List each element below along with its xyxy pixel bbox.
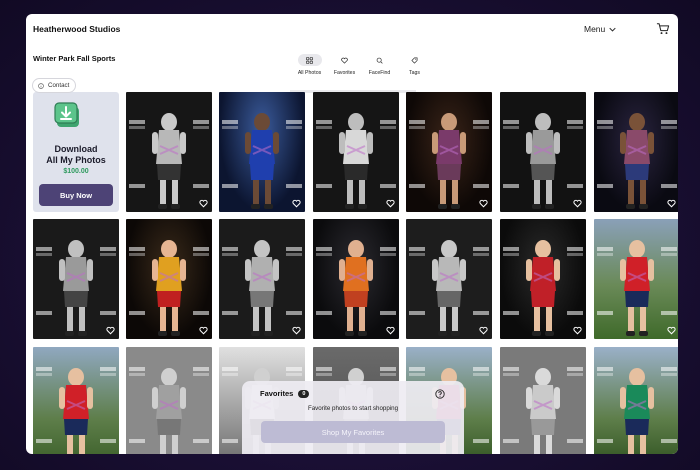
photo-thumbnail[interactable]	[500, 219, 586, 339]
photo-thumbnail[interactable]	[313, 219, 399, 339]
gallery-window: Heatherwood Studios Menu Winter Park Fal…	[26, 14, 678, 454]
favorites-panel: Favorites 0 Favorite photos to start sho…	[242, 381, 464, 454]
cart-icon[interactable]	[656, 22, 670, 35]
download-icon	[54, 102, 79, 127]
heart-icon[interactable]	[573, 326, 582, 335]
player-figure	[59, 368, 93, 454]
player-figure	[432, 240, 466, 336]
photo-thumbnail[interactable]	[594, 92, 678, 212]
heart-icon[interactable]	[106, 326, 115, 335]
buy-now-button[interactable]: Buy Now	[39, 184, 113, 206]
tab-favorites[interactable]: Favorites	[327, 54, 362, 76]
brand-logo[interactable]: Heatherwood Studios	[33, 24, 120, 34]
chevron-down-icon	[609, 27, 616, 32]
tab-tags[interactable]: Tags	[397, 54, 432, 76]
photo-thumbnail[interactable]	[594, 219, 678, 339]
photo-thumbnail[interactable]	[500, 347, 586, 454]
player-figure	[152, 113, 186, 209]
favorites-title: Favorites	[260, 389, 294, 398]
player-figure	[245, 240, 279, 336]
heart-icon[interactable]	[479, 199, 488, 208]
photo-thumbnail[interactable]	[33, 219, 119, 339]
player-figure	[432, 113, 466, 209]
heart-icon[interactable]	[292, 199, 301, 208]
player-figure	[620, 240, 654, 336]
player-figure	[59, 240, 93, 336]
player-figure	[526, 368, 560, 454]
face-scan-icon	[376, 57, 383, 64]
heart-icon[interactable]	[667, 326, 676, 335]
heart-icon[interactable]	[386, 326, 395, 335]
menu-button[interactable]: Menu	[584, 24, 616, 34]
tag-icon	[411, 57, 418, 64]
photo-thumbnail[interactable]	[126, 92, 212, 212]
promo-title-line2: All My Photos	[46, 155, 106, 165]
player-figure	[620, 368, 654, 454]
favorites-message: Favorite photos to start shopping	[307, 405, 399, 412]
player-figure	[152, 240, 186, 336]
heart-icon[interactable]	[199, 199, 208, 208]
photo-thumbnail[interactable]	[594, 347, 678, 454]
photo-thumbnail[interactable]	[219, 219, 305, 339]
menu-label: Menu	[584, 24, 606, 34]
photo-thumbnail[interactable]	[406, 219, 492, 339]
tab-label: All Photos	[297, 70, 322, 76]
contact-button[interactable]: Contact	[32, 78, 77, 93]
player-figure	[245, 113, 279, 209]
promo-title-line1: Download	[54, 144, 98, 154]
heart-icon[interactable]	[479, 326, 488, 335]
player-figure	[526, 240, 560, 336]
player-figure	[526, 113, 560, 209]
tab-label: Tags	[409, 70, 420, 76]
shop-my-favorites-button[interactable]: Shop My Favorites	[261, 421, 445, 443]
info-icon	[38, 82, 44, 89]
download-all-promo: Download All My Photos $100.00 Buy Now	[33, 92, 119, 212]
player-figure	[620, 113, 654, 209]
heart-icon[interactable]	[199, 326, 208, 335]
promo-price: $100.00	[63, 168, 89, 175]
heart-icon[interactable]	[386, 199, 395, 208]
tab-facefind[interactable]: FaceFind	[362, 54, 397, 76]
grid-icon	[306, 56, 313, 64]
tab-label: Favorites	[333, 70, 356, 76]
gallery-title: Winter Park Fall Sports	[33, 54, 116, 63]
player-figure	[339, 240, 373, 336]
promo-title: Download All My Photos	[33, 144, 119, 166]
heart-icon	[341, 57, 348, 64]
photo-thumbnail[interactable]	[33, 347, 119, 454]
gallery-tabs: All Photos Favorites FaceFind Tags	[292, 54, 432, 76]
help-icon[interactable]	[435, 389, 445, 399]
photo-thumbnail[interactable]	[126, 219, 212, 339]
photo-thumbnail[interactable]	[313, 92, 399, 212]
heart-icon[interactable]	[292, 326, 301, 335]
photo-thumbnail[interactable]	[126, 347, 212, 454]
tab-label: FaceFind	[368, 70, 391, 76]
photo-thumbnail[interactable]	[500, 92, 586, 212]
heart-icon[interactable]	[667, 199, 676, 208]
player-figure	[339, 113, 373, 209]
site-header: Heatherwood Studios Menu	[26, 14, 678, 46]
heart-icon[interactable]	[573, 199, 582, 208]
photo-thumbnail[interactable]	[219, 92, 305, 212]
player-figure	[152, 368, 186, 454]
contact-label: Contact	[48, 82, 70, 89]
photo-thumbnail[interactable]	[406, 92, 492, 212]
favorites-count-badge: 0	[298, 389, 310, 398]
favorites-header: Favorites 0	[260, 389, 310, 398]
tab-all-photos[interactable]: All Photos	[292, 54, 327, 76]
